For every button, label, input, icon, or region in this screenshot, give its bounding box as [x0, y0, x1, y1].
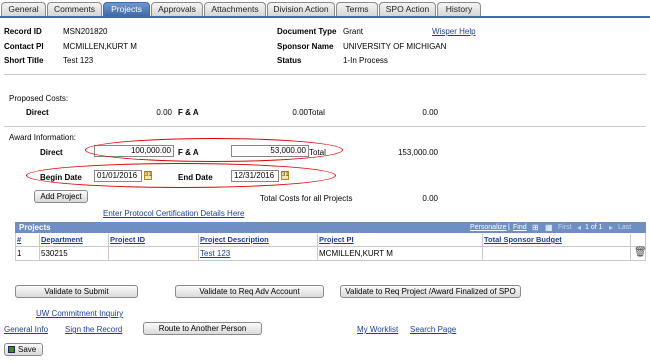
tab-underline: [0, 16, 650, 18]
column-header-department[interactable]: Department: [41, 235, 83, 246]
document-type-value: Grant: [343, 27, 364, 36]
save-icon: [8, 346, 15, 354]
validate-to-req-adv-account-button[interactable]: Validate to Req Adv Account: [175, 285, 324, 298]
column-header-project-id[interactable]: Project ID: [110, 235, 145, 246]
last-link[interactable]: Last: [618, 224, 631, 231]
pager-text: 1 of 1: [585, 224, 603, 231]
award-direct-label: Direct: [40, 148, 63, 157]
add-project-button[interactable]: Add Project: [34, 190, 88, 203]
row-project-pi: MCMILLEN,KURT M: [319, 249, 393, 258]
column-divider: [317, 234, 318, 261]
previous-icon[interactable]: ◂: [577, 223, 581, 232]
contact-pi-label: Contact PI: [4, 42, 44, 51]
next-icon[interactable]: ▸: [609, 223, 613, 232]
status-value: 1-In Process: [343, 56, 388, 65]
column-header-project-description[interactable]: Project Description: [200, 235, 269, 246]
award-total-value: 153,000.00: [397, 148, 438, 157]
row-department: 530215: [41, 249, 68, 258]
record-id-label: Record ID: [4, 27, 42, 36]
save-button-label: Save: [18, 345, 37, 354]
proposed-direct-value: 0.00: [156, 108, 172, 117]
tab-division-action[interactable]: Division Action: [267, 2, 335, 16]
tab-terms[interactable]: Terms: [336, 2, 378, 16]
tab-approvals[interactable]: Approvals: [151, 2, 203, 16]
download-icon[interactable]: ▦: [545, 223, 553, 232]
sponsor-name-label: Sponsor Name: [277, 42, 334, 51]
personalize-link[interactable]: Personalize: [470, 224, 507, 231]
column-divider: [108, 234, 109, 261]
document-type-label: Document Type: [277, 27, 337, 36]
delete-row-icon[interactable]: 🗑: [634, 247, 647, 258]
tab-attachments[interactable]: Attachments: [204, 2, 266, 16]
tab-bar: General Comments Projects Approvals Atta…: [0, 2, 650, 16]
route-to-another-person-button[interactable]: Route to Another Person: [143, 322, 262, 335]
short-title-label: Short Title: [4, 56, 44, 65]
find-link[interactable]: Find: [513, 224, 527, 231]
column-divider: [39, 234, 40, 261]
column-divider: [198, 234, 199, 261]
tab-general[interactable]: General: [1, 2, 46, 16]
column-header-total-sponsor-budget[interactable]: Total Sponsor Budget: [484, 235, 562, 246]
total-costs-value: 0.00: [422, 194, 438, 203]
proposed-total-label: Total: [308, 108, 325, 117]
short-title-value: Test 123: [63, 56, 94, 65]
award-information-title: Award Information:: [9, 133, 76, 142]
sponsor-name-value: UNIVERSITY OF MICHIGAN: [343, 42, 447, 51]
wisper-help-link[interactable]: Wisper Help: [432, 27, 476, 36]
row-divider: [15, 246, 646, 247]
proposed-fa-label: F & A: [178, 108, 199, 117]
column-header-number[interactable]: #: [17, 235, 21, 246]
tab-history[interactable]: History: [437, 2, 481, 16]
proposed-total-value: 0.00: [422, 108, 438, 117]
validate-to-req-project-button[interactable]: Validate to Req Project /Award Finalized…: [340, 285, 521, 298]
total-costs-label: Total Costs for all Projects: [260, 194, 353, 203]
divider: [4, 74, 646, 75]
my-worklist-link[interactable]: My Worklist: [357, 325, 398, 334]
protocol-certification-link[interactable]: Enter Protocol Certification Details Her…: [103, 209, 244, 218]
row-project-description-link[interactable]: Test 123: [200, 249, 230, 258]
annotation-oval: [85, 138, 343, 162]
annotation-oval: [26, 163, 336, 188]
proposed-costs-title: Proposed Costs:: [9, 94, 69, 103]
general-info-link[interactable]: General Info: [4, 325, 48, 334]
tab-projects[interactable]: Projects: [103, 2, 150, 16]
column-header-project-pi[interactable]: Project PI: [319, 235, 354, 246]
first-link[interactable]: First: [558, 224, 572, 231]
uw-commitment-inquiry-link[interactable]: UW Commitment Inquiry: [36, 309, 123, 318]
separator: |: [508, 224, 510, 231]
contact-pi-value: MCMILLEN,KURT M: [63, 42, 137, 51]
proposed-fa-value: 0.00: [292, 108, 308, 117]
sign-the-record-link[interactable]: Sign the Record: [65, 325, 122, 334]
save-button[interactable]: Save: [4, 343, 43, 356]
tab-spo-action[interactable]: SPO Action: [379, 2, 436, 16]
proposed-direct-label: Direct: [26, 108, 49, 117]
column-divider: [482, 234, 483, 261]
divider: [4, 126, 646, 127]
column-divider: [630, 234, 631, 261]
projects-grid-title: Projects: [19, 223, 51, 232]
status-label: Status: [277, 56, 302, 65]
validate-to-submit-button[interactable]: Validate to Submit: [15, 285, 138, 298]
projects-grid-header: Projects Personalize | Find ⊞ ▦ First ◂ …: [15, 222, 646, 233]
tab-comments[interactable]: Comments: [47, 2, 102, 16]
row-number: 1: [17, 249, 22, 258]
view-all-icon[interactable]: ⊞: [532, 223, 539, 232]
record-id-value: MSN201820: [63, 27, 108, 36]
search-page-link[interactable]: Search Page: [410, 325, 456, 334]
